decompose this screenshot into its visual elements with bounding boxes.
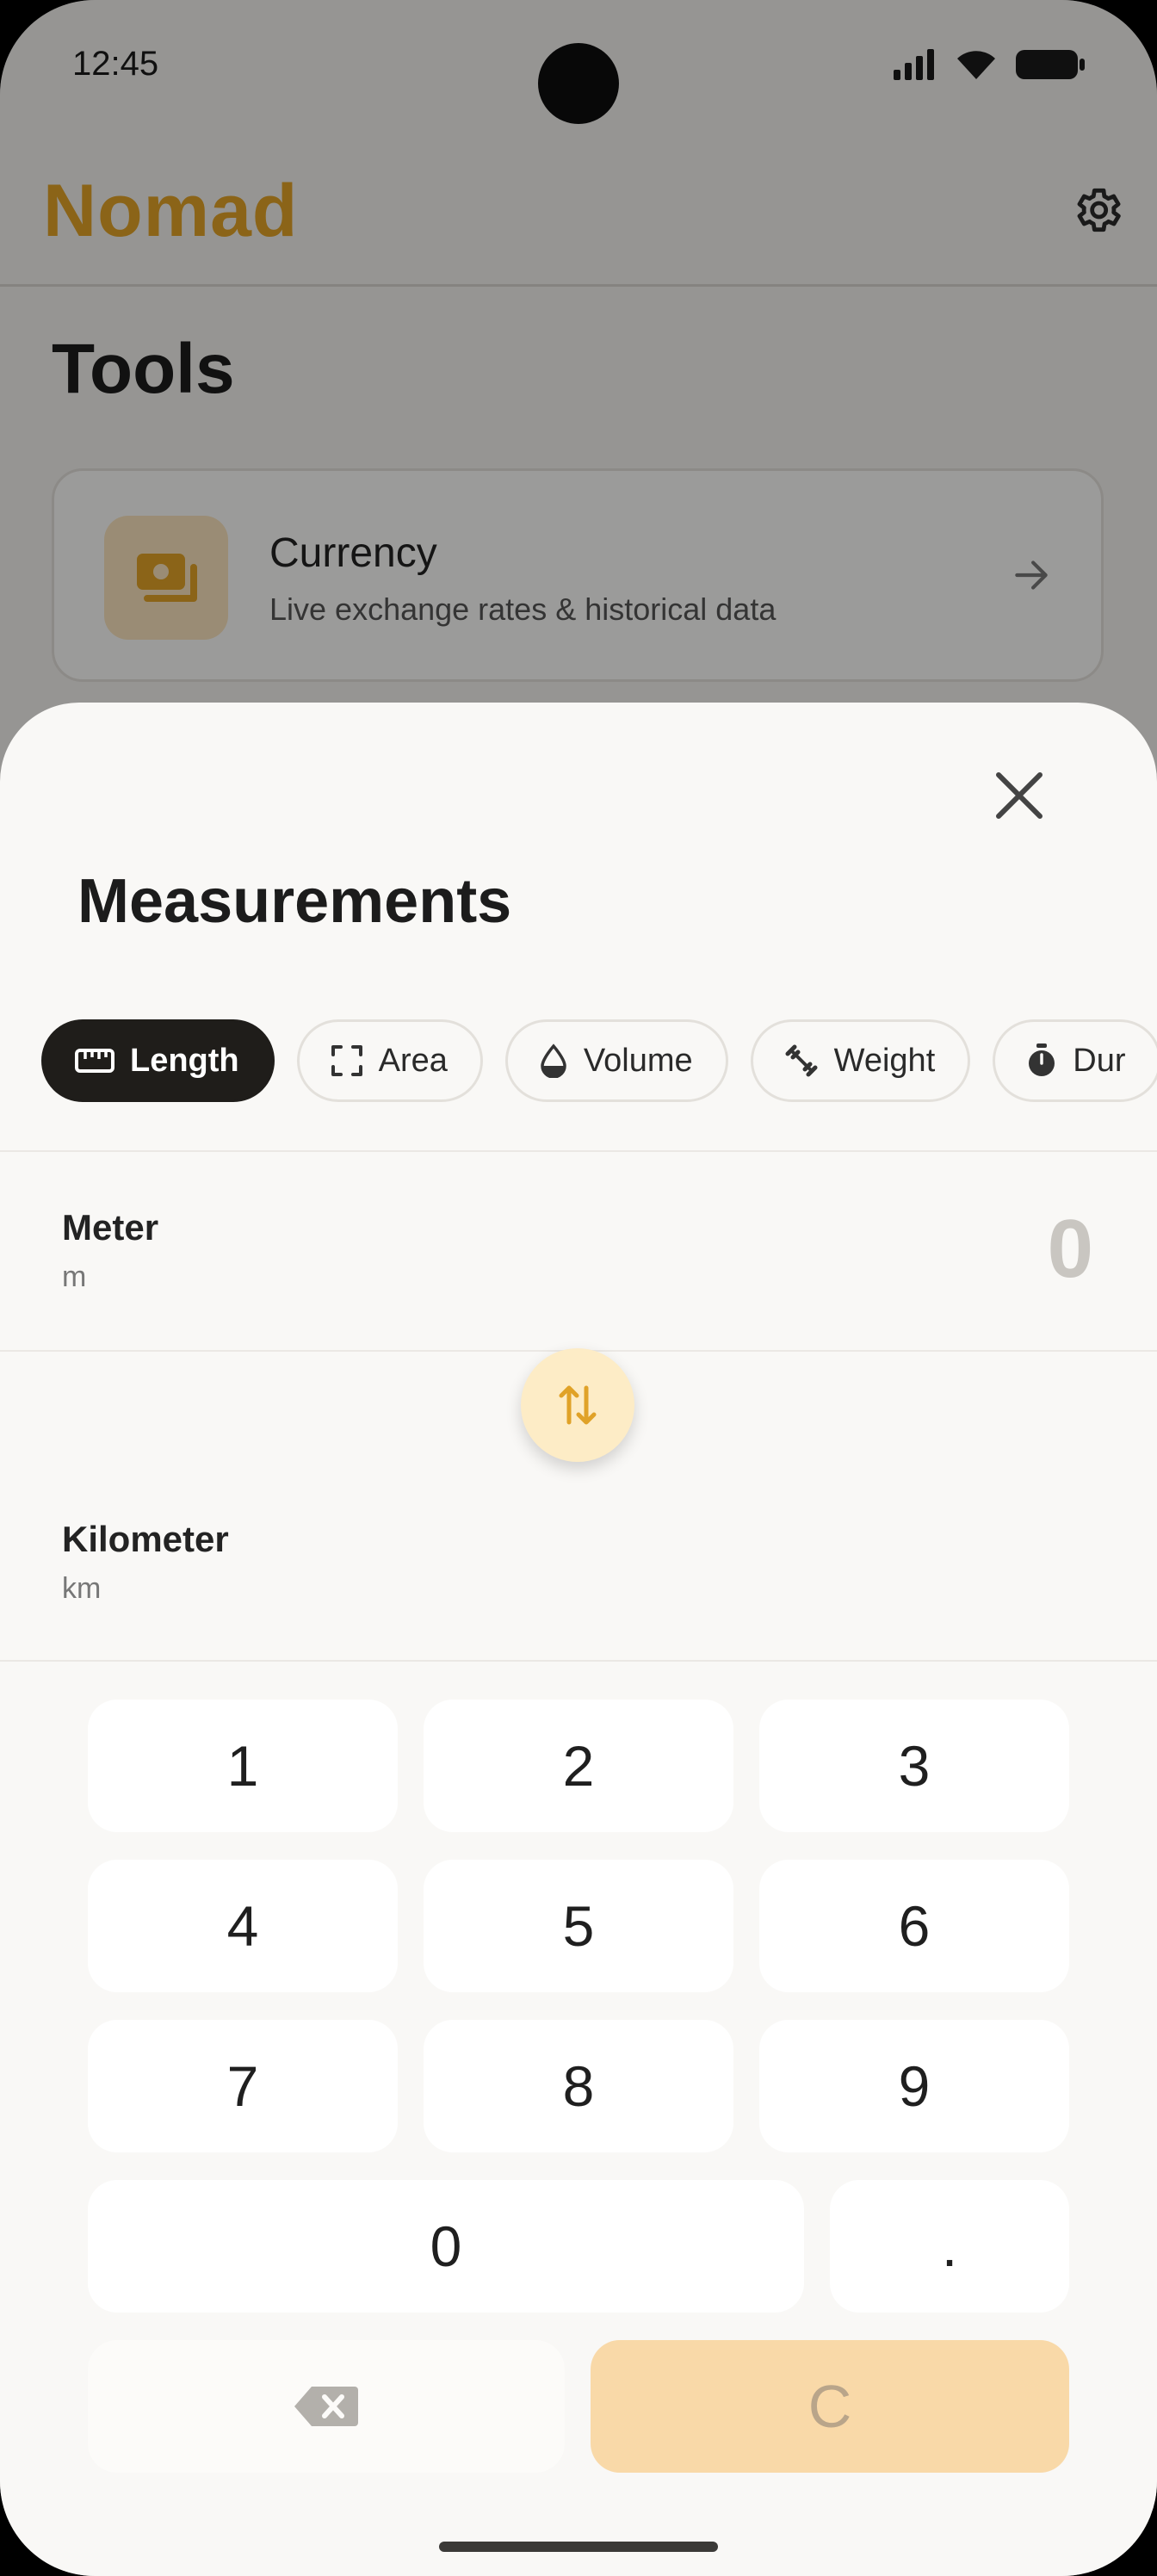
phone-screen: 12:45 Nomad Tools Currency Live exchange… (0, 0, 1157, 2576)
drop-icon (541, 1043, 566, 1078)
category-chips: Length Area Volume Weight Dur (41, 1019, 1157, 1102)
divider (0, 1660, 1157, 1662)
divider (0, 1150, 1157, 1152)
from-unit-abbr: m (62, 1260, 87, 1293)
chip-label: Area (378, 1042, 448, 1079)
chip-volume[interactable]: Volume (504, 1019, 728, 1102)
ruler-icon (75, 1049, 114, 1073)
key-9[interactable]: 9 (759, 2020, 1069, 2152)
clear-button[interactable]: C (591, 2340, 1069, 2473)
chip-length[interactable]: Length (41, 1019, 275, 1102)
to-unit-name: Kilometer (62, 1519, 229, 1559)
chip-duration[interactable]: Dur (993, 1019, 1157, 1102)
from-unit-name: Meter (62, 1207, 159, 1248)
key-7[interactable]: 7 (88, 2020, 398, 2152)
dumbbell-icon (785, 1044, 818, 1077)
from-value: 0 (1047, 1203, 1093, 1295)
swap-units-button[interactable] (521, 1348, 634, 1462)
chip-area[interactable]: Area (296, 1019, 483, 1102)
key-decimal[interactable]: . (830, 2180, 1069, 2313)
stopwatch-icon (1029, 1043, 1055, 1076)
close-icon (996, 772, 1043, 819)
swap-icon (559, 1385, 597, 1425)
chip-label: Volume (583, 1042, 693, 1079)
key-6[interactable]: 6 (759, 1860, 1069, 1992)
backspace-icon (294, 2387, 358, 2426)
chip-label: Weight (833, 1042, 936, 1079)
close-button[interactable] (985, 761, 1054, 830)
key-0[interactable]: 0 (88, 2180, 804, 2313)
chip-label: Length (130, 1042, 239, 1079)
key-5[interactable]: 5 (424, 1860, 733, 1992)
area-frame-icon (331, 1045, 362, 1076)
to-unit-abbr: km (62, 1572, 102, 1605)
key-1[interactable]: 1 (88, 1700, 398, 1832)
home-indicator[interactable] (439, 2542, 718, 2552)
key-3[interactable]: 3 (759, 1700, 1069, 1832)
key-2[interactable]: 2 (424, 1700, 733, 1832)
key-4[interactable]: 4 (88, 1860, 398, 1992)
chip-label: Dur (1073, 1042, 1126, 1079)
sheet-title: Measurements (77, 867, 512, 936)
chip-weight[interactable]: Weight (750, 1019, 971, 1102)
key-8[interactable]: 8 (424, 2020, 733, 2152)
backspace-button[interactable] (88, 2340, 565, 2473)
